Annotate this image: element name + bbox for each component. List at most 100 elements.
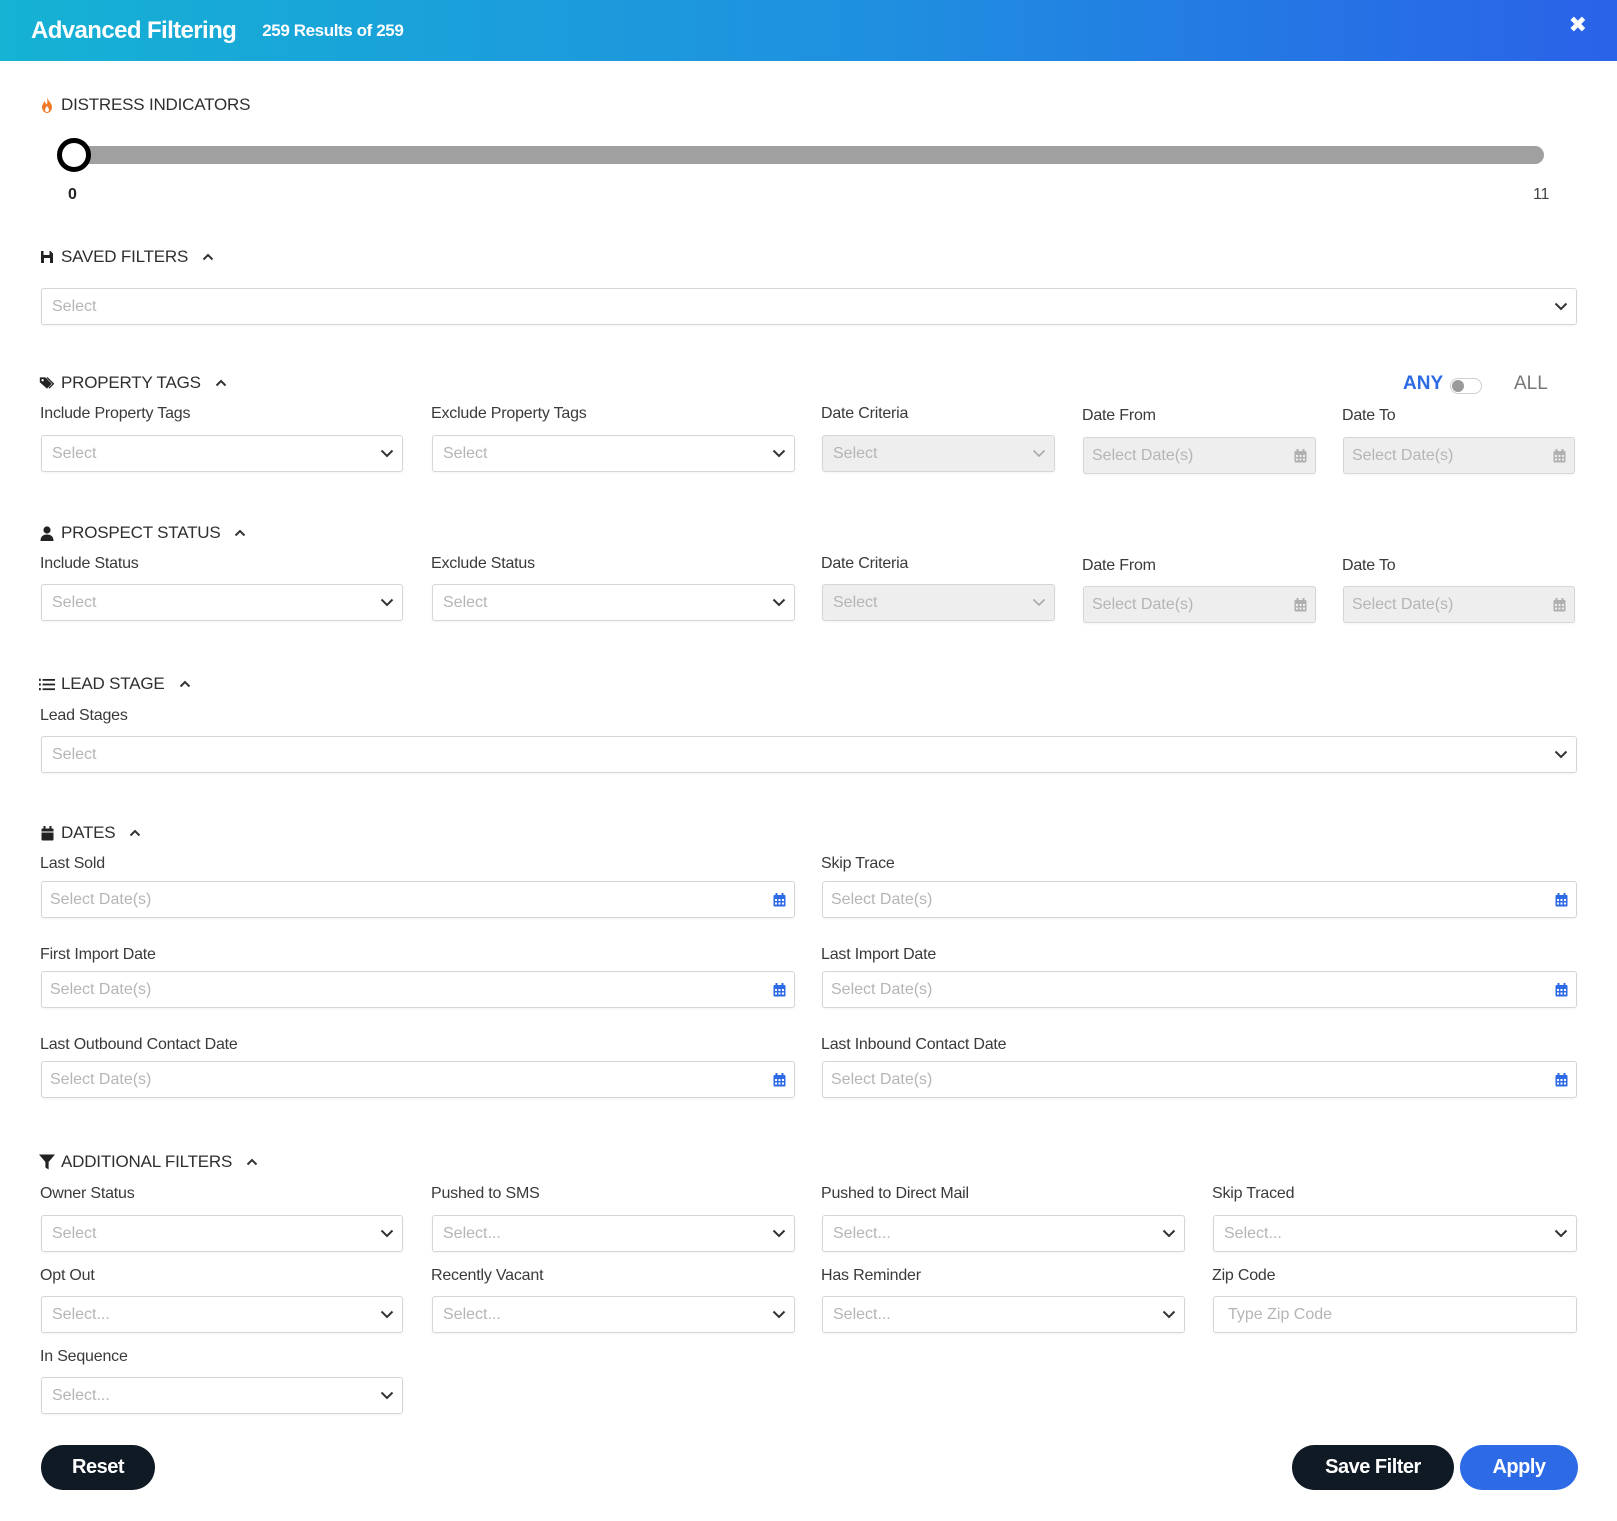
calendar-icon[interactable] [1546,892,1576,907]
chevron-down-icon [372,1229,402,1238]
recently-vacant-select[interactable]: Select... [432,1296,795,1333]
skip-trace-input[interactable]: Select Date(s) [822,881,1577,918]
zip-code-field[interactable] [1213,1296,1577,1333]
last-outbound-contact-date-placeholder: Select Date(s) [50,1070,152,1088]
additional-filters-heading[interactable]: ADDITIONAL FILTERS [39,1152,258,1172]
pushed-to-direct-mail-label: Pushed to Direct Mail [821,1185,969,1202]
skip-trace-placeholder: Select Date(s) [831,890,933,908]
calendar-icon[interactable] [764,1072,794,1087]
pushed-to-sms-select[interactable]: Select... [432,1215,795,1252]
has-reminder-placeholder: Select... [833,1305,891,1323]
last-outbound-contact-date-label: Last Outbound Contact Date [40,1036,238,1053]
skip-traced-label: Skip Traced [1212,1185,1295,1202]
property-date-to-label: Date To [1342,407,1396,424]
property-date-criteria-select[interactable]: Select [822,435,1055,472]
calendar-icon[interactable] [764,982,794,997]
save-filter-button[interactable]: Save Filter [1292,1445,1454,1490]
include-property-tags-select[interactable]: Select [41,435,403,472]
include-status-select[interactable]: Select [41,584,403,621]
lead-stages-select[interactable]: Select [41,736,1577,773]
calendar-icon [39,825,55,841]
in-sequence-label: In Sequence [40,1348,128,1365]
exclude-status-label: Exclude Status [431,555,535,572]
recently-vacant-placeholder: Select... [443,1305,501,1323]
status-date-criteria-select[interactable]: Select [822,584,1055,621]
last-sold-input[interactable]: Select Date(s) [41,881,795,918]
zip-code-input[interactable] [1222,1305,1576,1324]
toggle-knob [1452,380,1464,392]
pushed-to-sms-label: Pushed to SMS [431,1185,540,1202]
chevron-down-icon [1154,1310,1184,1319]
exclude-property-tags-label: Exclude Property Tags [431,405,587,422]
chevron-up-icon[interactable] [234,529,246,537]
status-date-criteria-label: Date Criteria [821,555,909,572]
property-tags-heading[interactable]: PROPERTY TAGS [39,373,227,393]
property-date-to-placeholder: Select Date(s) [1352,446,1454,464]
exclude-status-select[interactable]: Select [432,584,795,621]
chevron-up-icon[interactable] [129,829,141,837]
apply-button[interactable]: Apply [1460,1445,1578,1490]
chevron-up-icon[interactable] [179,680,191,688]
last-outbound-contact-date-input[interactable]: Select Date(s) [41,1061,795,1098]
include-status-label: Include Status [40,555,139,572]
last-import-date-label: Last Import Date [821,946,937,963]
lead-stage-heading[interactable]: LEAD STAGE [39,674,191,694]
owner-status-select[interactable]: Select [41,1215,403,1252]
saved-filters-heading[interactable]: SAVED FILTERS [39,247,214,267]
any-toggle-label[interactable]: ANY [1403,373,1443,395]
pushed-to-direct-mail-placeholder: Select... [833,1224,891,1242]
distress-slider-min: 0 [68,186,77,203]
chevron-down-icon [764,1229,794,1238]
close-icon[interactable]: ✖ [1569,14,1587,36]
calendar-icon [1285,597,1315,612]
distress-slider-track[interactable] [72,146,1544,164]
skip-trace-label: Skip Trace [821,855,895,872]
status-date-from-input[interactable]: Select Date(s) [1083,586,1316,623]
chevron-down-icon [1154,1229,1184,1238]
opt-out-select[interactable]: Select... [41,1296,403,1333]
calendar-icon [1285,448,1315,463]
prospect-status-heading[interactable]: PROSPECT STATUS [39,523,246,543]
last-inbound-contact-date-placeholder: Select Date(s) [831,1070,933,1088]
last-sold-placeholder: Select Date(s) [50,890,152,908]
calendar-icon[interactable] [764,892,794,907]
status-date-from-placeholder: Select Date(s) [1092,595,1194,613]
last-inbound-contact-date-label: Last Inbound Contact Date [821,1036,1007,1053]
property-date-to-input[interactable]: Select Date(s) [1343,437,1575,474]
exclude-property-tags-select[interactable]: Select [432,435,795,472]
chevron-down-icon [764,1310,794,1319]
include-property-tags-placeholder: Select [52,444,97,462]
saved-filters-select[interactable]: Select [41,288,1577,325]
save-icon [39,249,55,265]
last-inbound-contact-date-input[interactable]: Select Date(s) [822,1061,1577,1098]
status-date-to-input[interactable]: Select Date(s) [1343,586,1575,623]
chevron-up-icon[interactable] [246,1158,258,1166]
chevron-up-icon[interactable] [215,379,227,387]
has-reminder-select[interactable]: Select... [822,1296,1185,1333]
distress-slider-handle[interactable] [57,138,91,172]
dates-title: DATES [61,823,116,842]
dates-heading[interactable]: DATES [39,823,141,843]
lead-stage-title: LEAD STAGE [61,674,165,693]
chevron-up-icon[interactable] [202,253,214,261]
reset-button[interactable]: Reset [41,1445,155,1490]
any-all-toggle[interactable] [1450,378,1482,394]
lead-stages-placeholder: Select [52,745,97,763]
last-import-date-input[interactable]: Select Date(s) [822,971,1577,1008]
status-date-criteria-placeholder: Select [833,593,878,611]
modal-title: Advanced Filtering [31,16,237,44]
skip-traced-select[interactable]: Select... [1213,1215,1577,1252]
first-import-date-input[interactable]: Select Date(s) [41,971,795,1008]
calendar-icon[interactable] [1546,1072,1576,1087]
property-date-from-input[interactable]: Select Date(s) [1083,437,1316,474]
user-icon [39,525,55,541]
zip-code-label: Zip Code [1212,1267,1276,1284]
tags-icon [39,375,55,391]
calendar-icon [1544,448,1574,463]
pushed-to-direct-mail-select[interactable]: Select... [822,1215,1185,1252]
calendar-icon[interactable] [1546,982,1576,997]
property-date-from-placeholder: Select Date(s) [1092,446,1194,464]
all-toggle-label[interactable]: ALL [1514,373,1548,395]
in-sequence-select[interactable]: Select... [41,1377,403,1414]
chevron-down-icon [764,598,794,607]
